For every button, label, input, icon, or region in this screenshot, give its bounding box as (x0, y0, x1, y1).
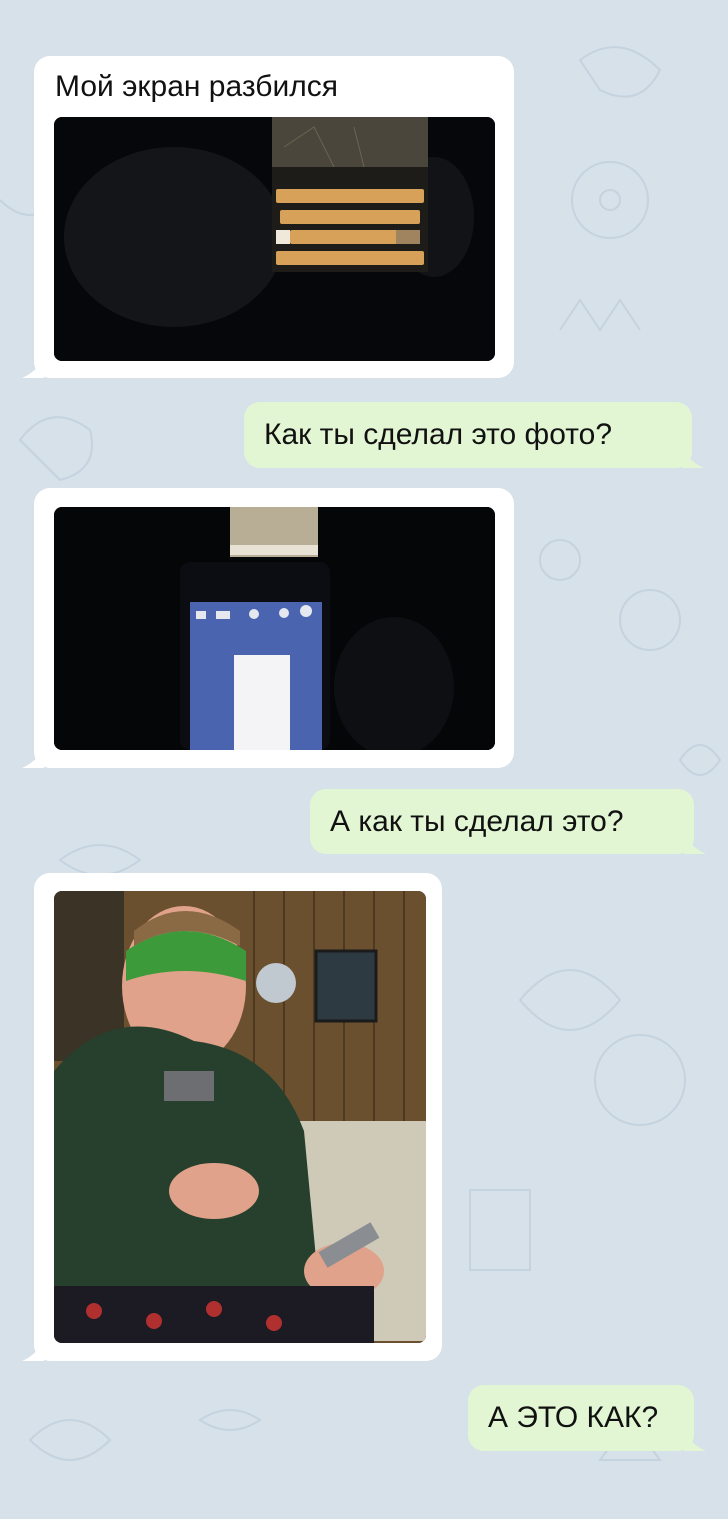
message-bubble-incoming[interactable]: Мой экран разбился (22, 56, 514, 378)
photo-boy-with-phones[interactable] (54, 891, 426, 1343)
message-bubble-incoming[interactable] (22, 873, 442, 1361)
message-bubble-outgoing[interactable]: А ЭТО КАК? (468, 1385, 706, 1451)
bubble-tail (684, 1431, 706, 1451)
message-text: Как ты сделал это фото? (264, 418, 613, 451)
bubble-tail (22, 748, 44, 768)
message-text: А ЭТО КАК? (488, 1401, 659, 1434)
photo-phone-holding-phone[interactable] (54, 507, 495, 750)
bubble-tail (682, 448, 704, 468)
message-bubble-incoming[interactable] (22, 488, 514, 768)
message-bubble-outgoing[interactable]: А как ты сделал это? (310, 789, 706, 854)
bubble-tail (22, 358, 44, 378)
message-text: А как ты сделал это? (330, 805, 624, 838)
message-bubble-outgoing[interactable]: Как ты сделал это фото? (244, 402, 704, 468)
message-text: Мой экран разбился (55, 70, 338, 103)
bubble-tail (22, 1341, 44, 1361)
bubble-tail (684, 834, 706, 854)
photo-broken-screen[interactable] (54, 117, 495, 361)
